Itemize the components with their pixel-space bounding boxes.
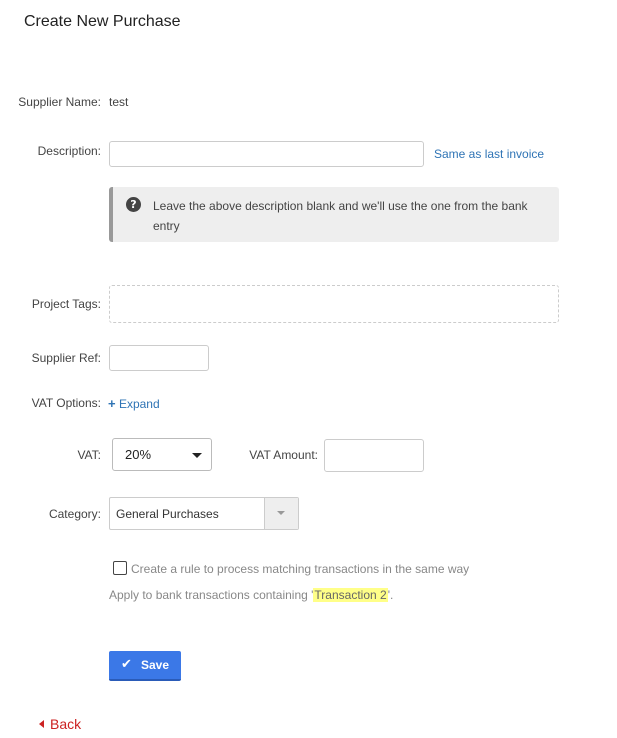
- category-dropdown-button[interactable]: [264, 498, 298, 529]
- description-input[interactable]: [109, 141, 424, 167]
- project-tags-label: Project Tags:: [31, 297, 101, 311]
- description-info-box: ? Leave the above description blank and …: [109, 187, 559, 242]
- apply-rule-suffix: '.: [387, 588, 394, 602]
- question-circle-icon: ?: [126, 197, 141, 212]
- plus-icon: +: [108, 396, 116, 411]
- vat-options-label: VAT Options:: [31, 396, 101, 410]
- back-label: Back: [50, 716, 82, 732]
- vat-amount-label: VAT Amount:: [249, 448, 318, 462]
- vat-rate-value: 20%: [125, 447, 152, 462]
- caret-left-icon: [39, 720, 44, 728]
- vat-options-expand-link[interactable]: + Expand: [108, 396, 160, 411]
- check-icon: ✔: [121, 657, 132, 672]
- description-label: Description:: [37, 144, 101, 158]
- save-button[interactable]: ✔ Save: [109, 651, 181, 681]
- supplier-name-value: test: [109, 95, 129, 109]
- vat-amount-input[interactable]: [324, 439, 424, 472]
- description-info-text: Leave the above description blank and we…: [153, 199, 528, 233]
- same-as-last-invoice-link[interactable]: Same as last invoice: [434, 147, 544, 161]
- project-tags-input[interactable]: [109, 285, 559, 323]
- page-title: Create New Purchase: [24, 13, 181, 30]
- expand-label: Expand: [118, 397, 160, 411]
- vat-label: VAT:: [77, 448, 101, 462]
- vat-rate-select[interactable]: 20%: [112, 438, 212, 471]
- caret-down-icon: [277, 511, 285, 515]
- category-label: Category:: [48, 507, 101, 521]
- caret-down-icon: [192, 453, 202, 458]
- category-select[interactable]: General Purchases: [109, 497, 299, 530]
- save-label: Save: [141, 658, 170, 672]
- create-rule-checkbox[interactable]: [113, 561, 127, 575]
- apply-rule-text: Apply to bank transactions containing 'T…: [109, 588, 393, 602]
- supplier-ref-input[interactable]: [109, 345, 209, 371]
- supplier-ref-label: Supplier Ref:: [31, 351, 101, 365]
- apply-rule-term: Transaction 2: [313, 588, 388, 602]
- create-rule-label[interactable]: Create a rule to process matching transa…: [131, 562, 469, 576]
- back-link[interactable]: Back: [39, 716, 81, 732]
- category-value: General Purchases: [116, 507, 219, 521]
- apply-rule-prefix: Apply to bank transactions containing ': [109, 588, 314, 602]
- supplier-name-label: Supplier Name:: [18, 95, 101, 109]
